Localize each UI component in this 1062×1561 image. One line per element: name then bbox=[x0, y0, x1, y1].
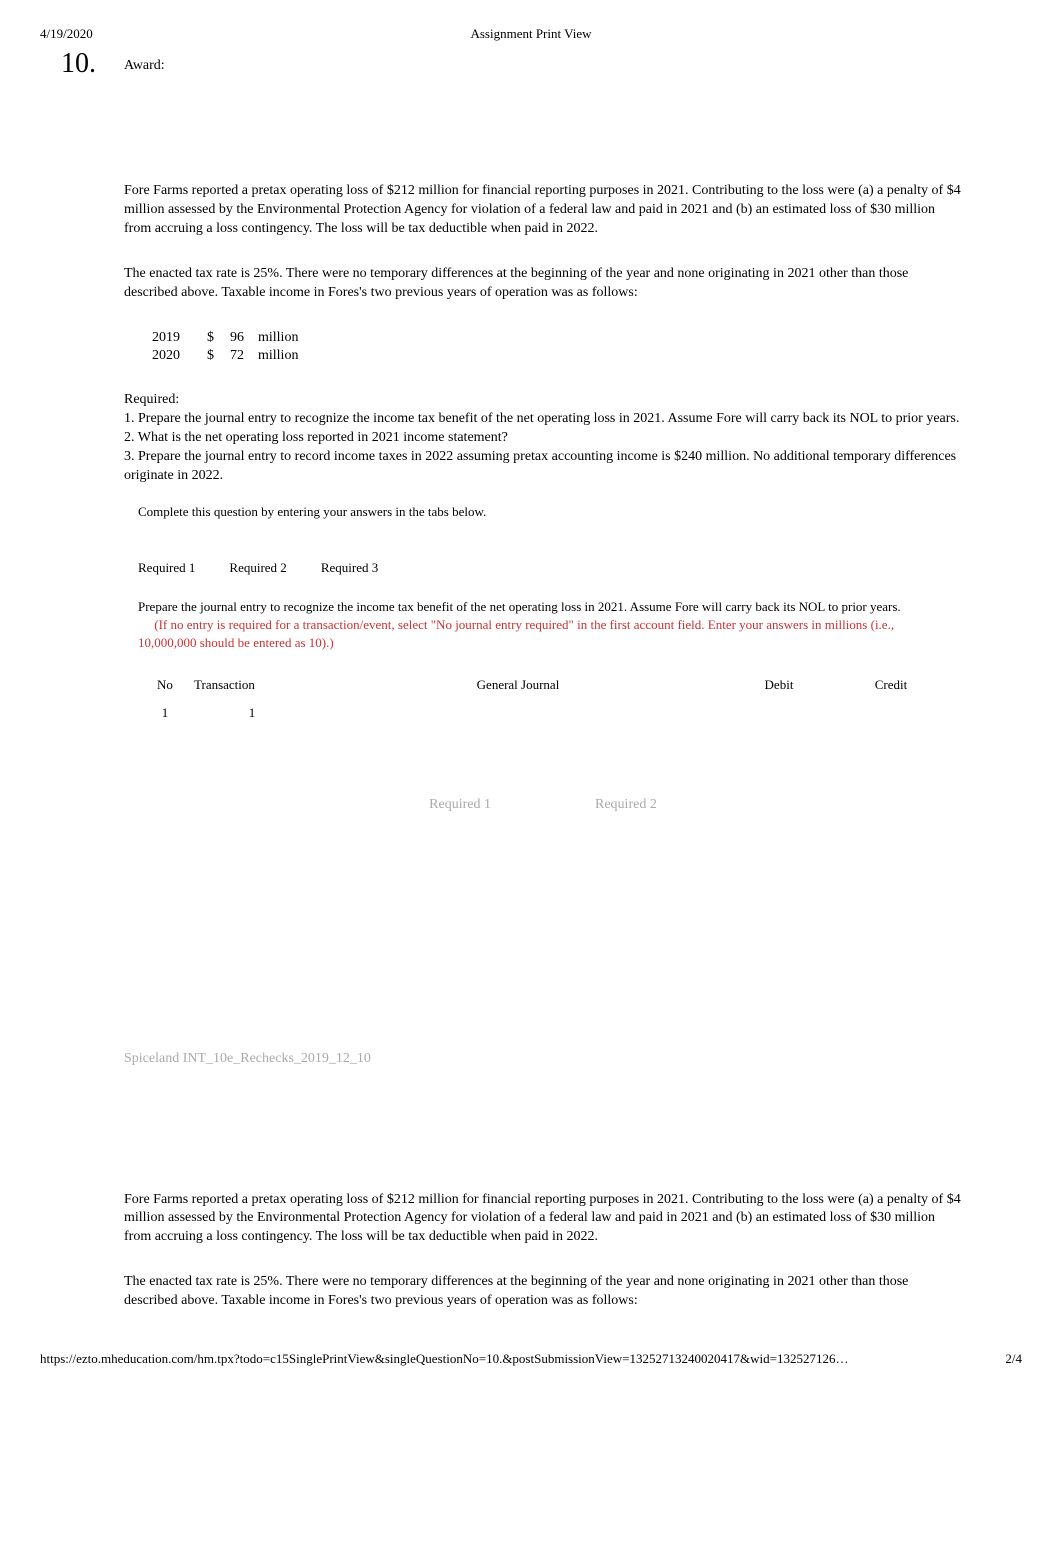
income-year: 2019 bbox=[148, 330, 196, 346]
problem-paragraph-1-repeat: Fore Farms reported a pretax operating l… bbox=[124, 1191, 962, 1248]
journal-no: 1 bbox=[140, 699, 190, 727]
tab-instruction-note: (If no entry is required for a transacti… bbox=[138, 617, 894, 650]
currency-symbol: $ bbox=[198, 330, 218, 346]
tab-required-3[interactable]: Required 3 bbox=[321, 560, 378, 576]
income-unit: million bbox=[250, 330, 302, 346]
currency-symbol: $ bbox=[198, 348, 218, 364]
col-header-general-journal: General Journal bbox=[314, 673, 722, 697]
table-row: 2020 $ 72 million bbox=[148, 348, 302, 364]
col-header-credit: Credit bbox=[836, 673, 946, 697]
col-header-transaction: Transaction bbox=[192, 673, 312, 697]
journal-account-field[interactable] bbox=[314, 699, 722, 727]
nav-next-link[interactable]: Required 2 bbox=[595, 797, 657, 813]
question-number: 10. bbox=[61, 48, 96, 80]
income-amount: 96 bbox=[220, 330, 248, 346]
panel-instruction: Complete this question by entering your … bbox=[138, 504, 948, 560]
problem-paragraph-1: Fore Farms reported a pretax operating l… bbox=[124, 182, 962, 239]
tab-required-1[interactable]: Required 1 bbox=[138, 560, 195, 576]
table-row: 2019 $ 96 million bbox=[148, 330, 302, 346]
footer-page-number: 2/4 bbox=[1005, 1351, 1022, 1367]
journal-table: No Transaction General Journal Debit Cre… bbox=[138, 671, 948, 729]
journal-transaction: 1 bbox=[192, 699, 312, 727]
journal-debit-field[interactable] bbox=[724, 699, 834, 727]
award-label: Award: bbox=[124, 58, 165, 74]
problem-paragraph-2-repeat: The enacted tax rate is 25%. There were … bbox=[124, 1273, 962, 1311]
journal-credit-field[interactable] bbox=[836, 699, 946, 727]
tab-required-2[interactable]: Required 2 bbox=[229, 560, 286, 576]
tab-instruction-text: Prepare the journal entry to recognize t… bbox=[138, 599, 901, 614]
table-row: 1 1 bbox=[140, 699, 946, 727]
income-year: 2020 bbox=[148, 348, 196, 364]
problem-paragraph-2: The enacted tax rate is 25%. There were … bbox=[124, 265, 962, 303]
tab-instruction: Prepare the journal entry to recognize t… bbox=[138, 598, 948, 653]
tabs: Required 1 Required 2 Required 3 bbox=[138, 560, 948, 576]
col-header-debit: Debit bbox=[724, 673, 834, 697]
requirements-list: 1. Prepare the journal entry to recogniz… bbox=[124, 410, 962, 486]
nav-prev-link[interactable]: Required 1 bbox=[429, 797, 491, 813]
income-amount: 72 bbox=[220, 348, 248, 364]
required-label: Required: bbox=[124, 392, 962, 408]
income-unit: million bbox=[250, 348, 302, 364]
page-title: Assignment Print View bbox=[0, 26, 1062, 42]
col-header-no: No bbox=[140, 673, 190, 697]
income-table: 2019 $ 96 million 2020 $ 72 million bbox=[146, 328, 304, 366]
reference-label: Spiceland INT_10e_Rechecks_2019_12_10 bbox=[124, 1051, 962, 1067]
footer-url: https://ezto.mheducation.com/hm.tpx?todo… bbox=[40, 1351, 848, 1367]
